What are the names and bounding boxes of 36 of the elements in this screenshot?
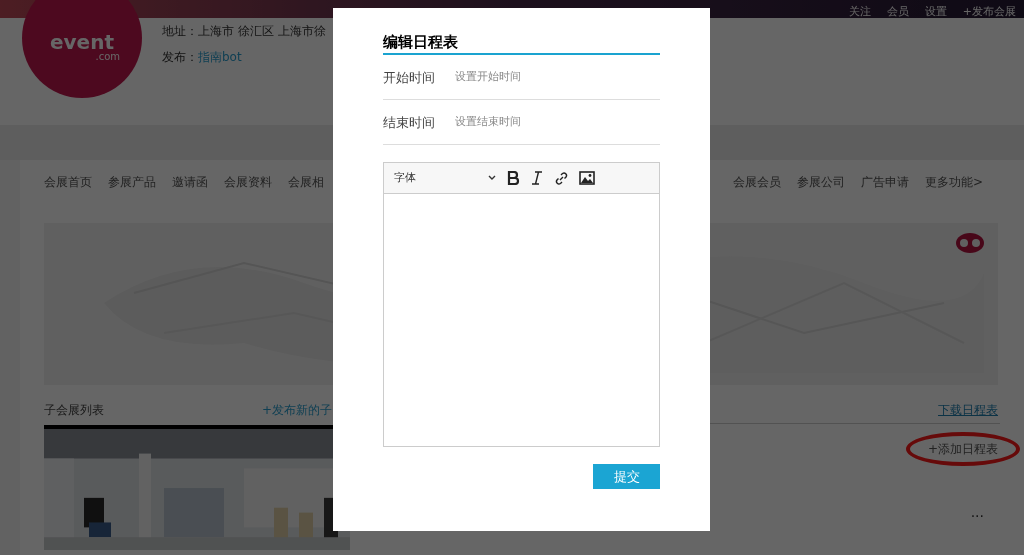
logo-domain: .com	[95, 52, 120, 62]
time-input[interactable]: 设置结束时间	[455, 114, 660, 131]
address-text: 上海市 徐汇区 上海市徐	[198, 23, 326, 40]
nav-link[interactable]: 会展资料	[224, 173, 272, 191]
top-link[interactable]: 设置	[924, 6, 947, 17]
top-link[interactable]: +发布会展	[962, 6, 1016, 17]
nav-link[interactable]: 参展产品	[108, 173, 156, 191]
submit-button[interactable]: 提交	[593, 464, 660, 489]
chevron-icon	[488, 175, 496, 181]
section-title: 子会展列表	[44, 402, 105, 419]
download-link[interactable]: 下载日程表	[938, 401, 998, 419]
publisher-label: 发布：	[162, 49, 198, 66]
top-link[interactable]: 关注	[848, 6, 871, 17]
more-dots: ...	[970, 503, 984, 522]
nav-link[interactable]: 会展会员	[732, 173, 781, 191]
nav-link[interactable]: 更多功能>	[924, 173, 983, 191]
add-schedule-link[interactable]: +添加日程表	[905, 432, 1020, 466]
top-link[interactable]: 会员	[886, 6, 909, 17]
publisher-link[interactable]: 指南bot	[198, 48, 242, 66]
nav-link[interactable]: 会展首页	[44, 173, 92, 191]
nav-link[interactable]: 广告申请	[860, 173, 909, 191]
publish-link[interactable]: +发布新的子	[262, 401, 333, 419]
field-label: 开始时间	[383, 68, 436, 87]
dialog-title: 编辑日程表	[383, 32, 660, 55]
rich-text-editor[interactable]: 字体	[383, 162, 660, 447]
time-input[interactable]: 设置开始时间	[455, 69, 660, 86]
link-icon[interactable]	[554, 170, 569, 186]
nav-link[interactable]: 邀请函	[172, 173, 208, 191]
bold-icon[interactable]	[506, 171, 520, 185]
field-label: 结束时间	[383, 113, 436, 132]
logo-word: event	[50, 32, 114, 52]
address-label: 地址：	[162, 23, 198, 40]
italic-icon[interactable]	[530, 171, 544, 185]
nav-link[interactable]: 会展相	[288, 173, 324, 191]
nav-link[interactable]: 参展公司	[796, 173, 845, 191]
image-icon[interactable]	[579, 171, 595, 185]
